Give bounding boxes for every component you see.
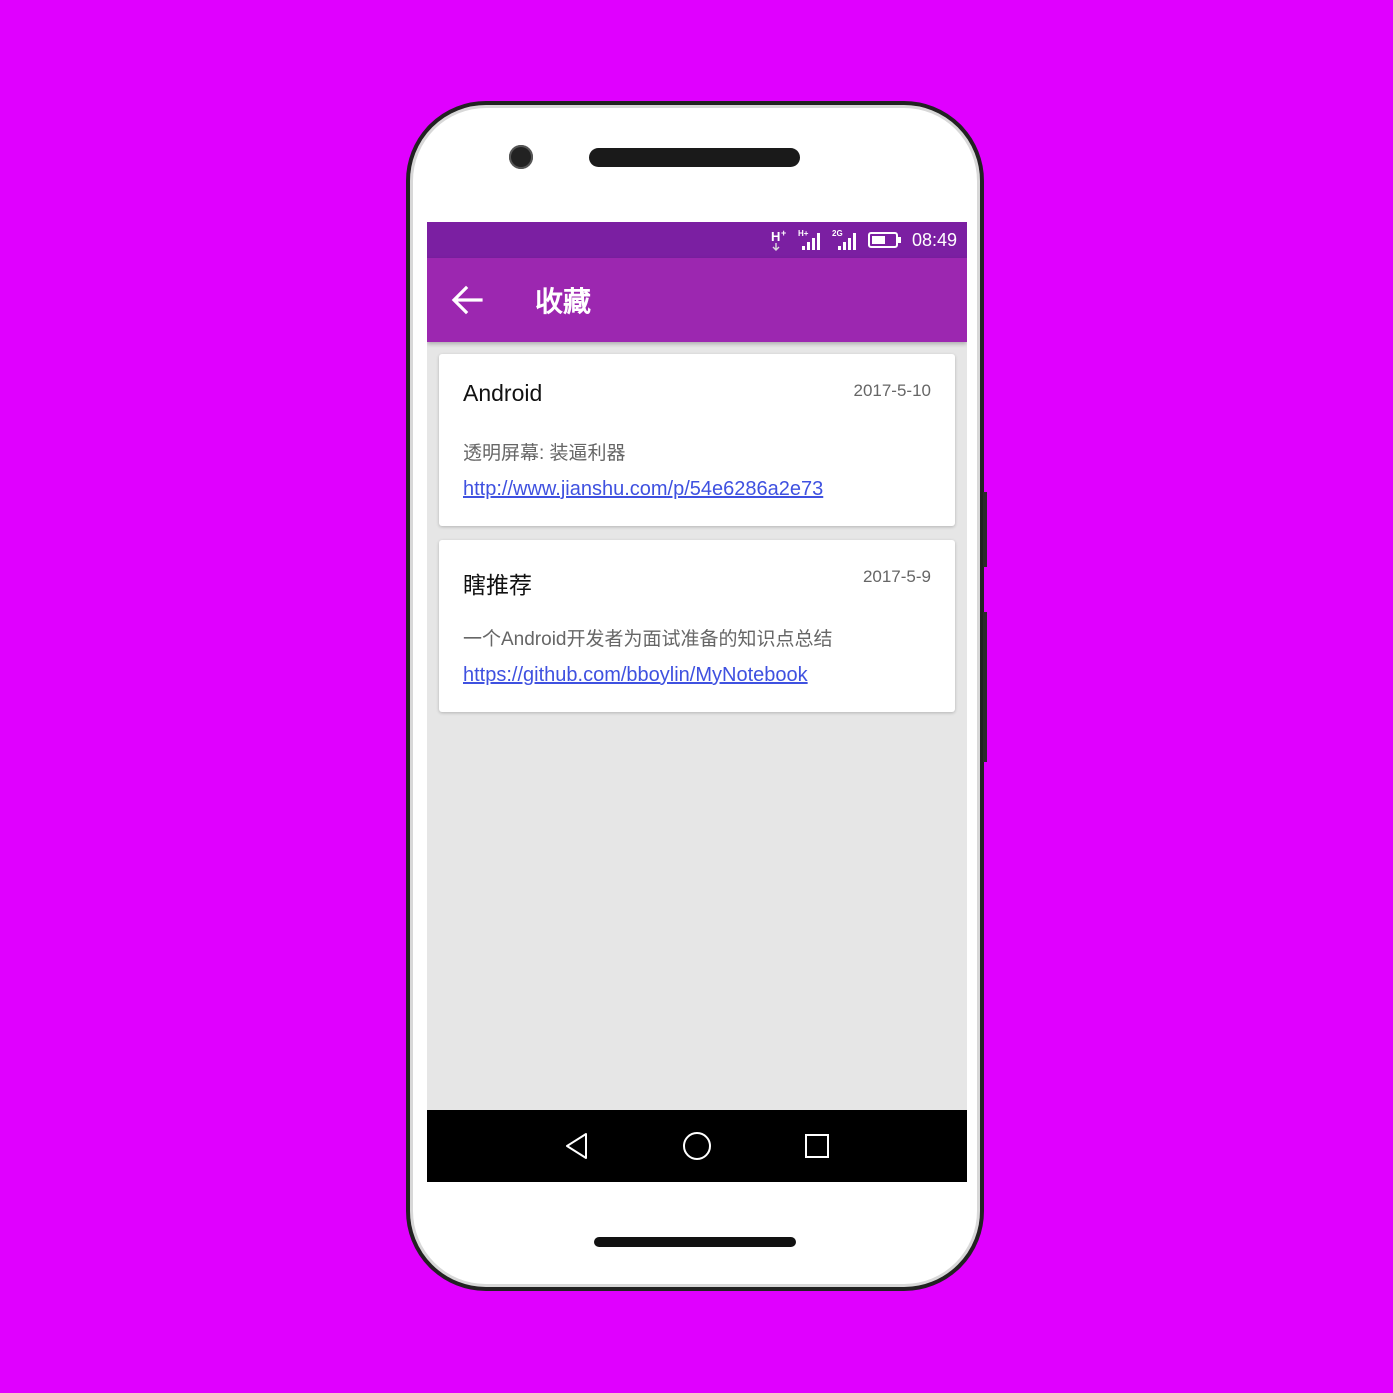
- system-nav-bar: [427, 1110, 967, 1182]
- signal-2g-icon: 2G: [832, 229, 856, 250]
- nav-home-button[interactable]: [677, 1126, 717, 1166]
- favorite-title: Android: [463, 380, 543, 406]
- status-clock: 08:49: [911, 229, 957, 250]
- page-title: 收藏: [535, 285, 592, 318]
- favorite-description: 透明屏幕: 装逼利器: [463, 443, 626, 464]
- favorite-card[interactable]: Android 2017-5-10 透明屏幕: 装逼利器 http://www.…: [439, 354, 955, 526]
- volume-button: [983, 612, 987, 762]
- back-button[interactable]: [445, 278, 489, 322]
- power-button: [983, 492, 987, 567]
- svg-text:H: H: [771, 229, 780, 244]
- favorite-date: 2017-5-10: [853, 381, 931, 400]
- nav-back-button[interactable]: [557, 1126, 597, 1166]
- battery-icon: [867, 232, 901, 248]
- earpiece-speaker: [589, 148, 800, 167]
- favorite-link[interactable]: https://github.com/bboylin/MyNotebook: [463, 664, 808, 687]
- favorite-link[interactable]: http://www.jianshu.com/p/54e6286a2e73: [463, 478, 823, 501]
- bottom-speaker: [594, 1237, 796, 1247]
- nav-recents-button[interactable]: [797, 1126, 837, 1166]
- favorite-card[interactable]: 瞎推荐 2017-5-9 一个Android开发者为面试准备的知识点总结 htt…: [439, 540, 955, 712]
- arrow-back-icon: [451, 285, 483, 315]
- app-screen: H + H+ 2G 08:49 收藏 Android 2017-5-10 透明屏…: [427, 222, 967, 1182]
- circle-home-icon: [683, 1132, 711, 1160]
- app-toolbar: 收藏: [427, 258, 967, 342]
- favorite-date: 2017-5-9: [862, 567, 931, 586]
- favorite-title: 瞎推荐: [463, 572, 532, 598]
- front-camera: [509, 145, 533, 169]
- signal-strength-icon: H+: [798, 229, 820, 250]
- svg-text:H+: H+: [798, 229, 809, 238]
- status-bar: H + H+ 2G 08:49: [427, 222, 967, 258]
- status-icons: H + H+ 2G 08:49: [770, 222, 957, 258]
- favorite-description: 一个Android开发者为面试准备的知识点总结: [463, 629, 833, 650]
- triangle-back-icon: [566, 1133, 587, 1159]
- network-h-plus-icon: H +: [771, 228, 786, 251]
- favorites-list: Android 2017-5-10 透明屏幕: 装逼利器 http://www.…: [439, 354, 955, 726]
- square-recents-icon: [805, 1134, 829, 1158]
- svg-text:2G: 2G: [832, 229, 843, 238]
- svg-text:+: +: [781, 228, 786, 238]
